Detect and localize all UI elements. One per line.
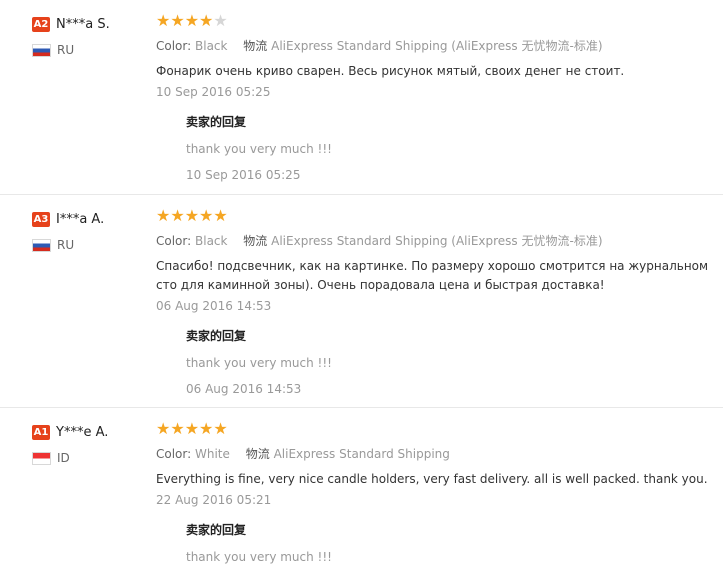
buyer-level-badge: A2	[32, 17, 50, 32]
color-value: Black	[195, 39, 228, 53]
buyer-info: A3 I***a A. RU	[32, 209, 104, 252]
indonesia-flag-icon	[32, 452, 51, 465]
russia-flag-icon	[32, 239, 51, 252]
review-text: Everything is fine, very nice candle hol…	[156, 472, 708, 486]
seller-reply: 卖家的回复 thank you very much !!! 06 Aug 201…	[186, 327, 723, 396]
review-text: Фонарик очень криво сварен. Весь рисунок…	[156, 64, 625, 78]
seller-reply-date: 10 Sep 2016 05:25	[186, 168, 301, 182]
shipping-value: AliExpress Standard Shipping (AliExpress…	[271, 234, 603, 248]
country-code: RU	[57, 238, 75, 252]
seller-reply-text: thank you very much !!!	[186, 356, 332, 370]
buyer-level-badge: A1	[32, 425, 50, 440]
color-value: White	[195, 447, 230, 461]
filled-stars-icon: ★★★★	[156, 11, 214, 30]
review-item: A1 Y***e A. ID ★★★★★ Color: White 物流 AliE…	[0, 408, 723, 568]
seller-reply-title: 卖家的回复	[186, 115, 247, 129]
review-text: Спасибо! подсвечник, как на картинке. По…	[156, 259, 709, 292]
review-content: ★★★★★ Color: Black 物流 AliExpress Standar…	[156, 13, 723, 183]
shipping-value: AliExpress Standard Shipping (AliExpress…	[271, 39, 603, 53]
star-rating: ★★★★★	[156, 421, 723, 437]
seller-reply-date: 06 Aug 2016 14:53	[186, 382, 302, 396]
reviews-list: A2 N***a S. RU ★★★★★ Color: Black 物流 AliE…	[0, 0, 723, 568]
filled-stars-icon: ★★★★★	[156, 206, 228, 225]
review-content: ★★★★★ Color: White 物流 AliExpress Standar…	[156, 421, 723, 565]
color-label: Color:	[156, 447, 192, 461]
shipping-label: 物流	[245, 447, 270, 461]
seller-reply-title: 卖家的回复	[186, 523, 247, 537]
buyer-name: N***a S.	[56, 17, 110, 32]
seller-reply-text: thank you very much !!!	[186, 550, 332, 564]
color-value: Black	[195, 234, 228, 248]
buyer-name: Y***e A.	[56, 425, 109, 440]
buyer-country: ID	[32, 451, 108, 465]
buyer-country: RU	[32, 43, 110, 57]
shipping-label: 物流	[243, 234, 268, 248]
buyer-name: I***a A.	[56, 212, 105, 227]
review-item: A2 N***a S. RU ★★★★★ Color: Black 物流 AliE…	[0, 0, 723, 195]
color-label: Color:	[156, 234, 192, 248]
order-info: Color: Black 物流 AliExpress Standard Ship…	[156, 232, 723, 249]
review-item: A3 I***a A. RU ★★★★★ Color: Black 物流 AliE…	[0, 195, 723, 408]
seller-reply: 卖家的回复 thank you very much !!! 10 Sep 201…	[186, 113, 723, 182]
review-date: 10 Sep 2016 05:25	[156, 85, 271, 99]
buyer-info: A2 N***a S. RU	[32, 14, 110, 57]
star-rating: ★★★★★	[156, 13, 723, 29]
buyer-info: A1 Y***e A. ID	[32, 422, 108, 465]
order-info: Color: Black 物流 AliExpress Standard Ship…	[156, 37, 723, 54]
color-label: Color:	[156, 39, 192, 53]
review-content: ★★★★★ Color: Black 物流 AliExpress Standar…	[156, 208, 723, 397]
russia-flag-icon	[32, 44, 51, 57]
buyer-level-badge: A3	[32, 212, 50, 227]
star-rating: ★★★★★	[156, 208, 723, 224]
country-code: ID	[57, 451, 70, 465]
seller-reply: 卖家的回复 thank you very much !!!	[186, 521, 723, 564]
buyer-country: RU	[32, 238, 104, 252]
order-info: Color: White 物流 AliExpress Standard Ship…	[156, 445, 723, 462]
empty-star-icon: ★	[213, 11, 228, 30]
seller-reply-text: thank you very much !!!	[186, 142, 332, 156]
filled-stars-icon: ★★★★★	[156, 419, 228, 438]
shipping-label: 物流	[243, 39, 268, 53]
shipping-value: AliExpress Standard Shipping	[273, 447, 450, 461]
country-code: RU	[57, 43, 75, 57]
review-date: 22 Aug 2016 05:21	[156, 493, 272, 507]
seller-reply-title: 卖家的回复	[186, 329, 247, 343]
review-date: 06 Aug 2016 14:53	[156, 299, 272, 313]
